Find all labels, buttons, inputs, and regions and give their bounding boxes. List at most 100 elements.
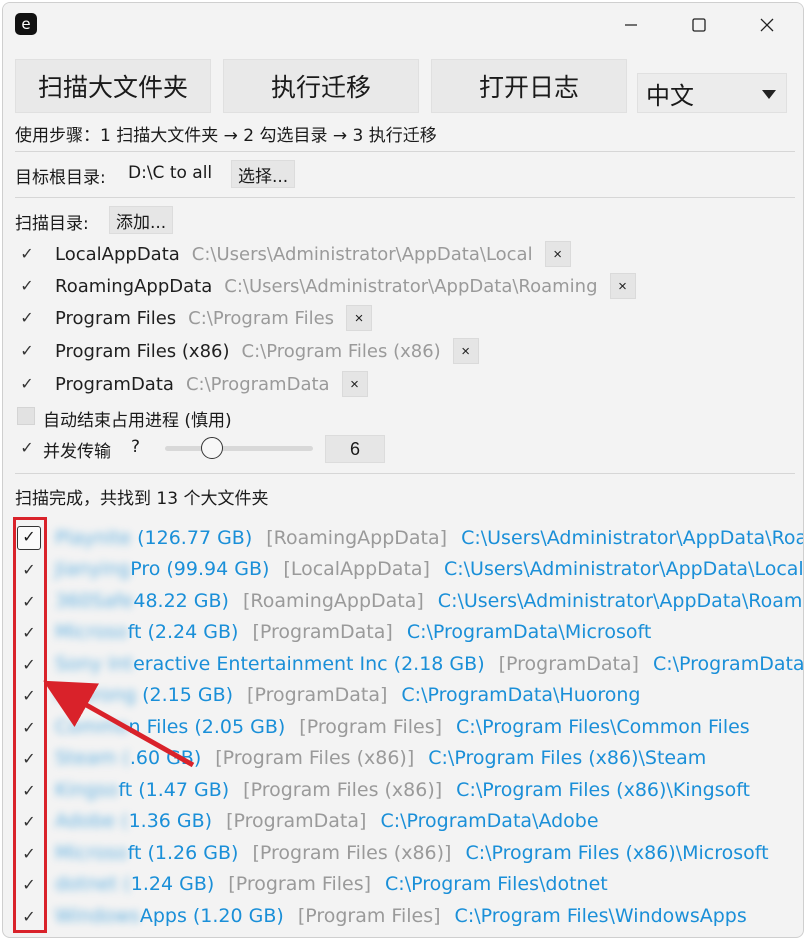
auto-kill-checkbox[interactable] xyxy=(17,407,35,425)
blurred-name: Microso xyxy=(55,621,128,643)
result-name: Pro (99.94 GB) xyxy=(130,558,270,580)
open-log-button[interactable]: 打开日志 xyxy=(431,59,627,113)
result-category: [Program Files] xyxy=(297,905,441,927)
result-category: [ProgramData] xyxy=(498,653,639,675)
chevron-down-icon xyxy=(762,90,776,99)
remove-dir-button[interactable]: × xyxy=(341,371,368,397)
scan-dir-path: C:\Program Files (x86) xyxy=(241,340,441,362)
help-icon[interactable]: ? xyxy=(131,437,140,457)
scan-dir-row: ✓ RoamingAppData C:\Users\Administrator\… xyxy=(15,271,636,301)
concurrent-checkbox[interactable]: ✓ xyxy=(17,438,37,458)
result-path[interactable]: C:\Program Files (x86)\Kingsoft xyxy=(456,779,750,801)
result-row[interactable]: ✓ WindowsApps (1.20 GB) [Program Files] C:… xyxy=(3,901,803,931)
blurred-name: Microso xyxy=(55,842,128,864)
remove-dir-button[interactable]: × xyxy=(346,305,373,331)
result-entry: WindowsApps (1.20 GB) [Program Files] C:\P… xyxy=(55,905,747,927)
result-path[interactable]: C:\Users\Administrator\AppData\Roaming\ xyxy=(438,590,803,612)
scan-dir-path: C:\ProgramData xyxy=(185,373,330,395)
result-path[interactable]: C:\Program Files (x86)\Steam xyxy=(428,747,706,769)
maximize-button[interactable] xyxy=(671,3,727,47)
scan-dir-checkbox[interactable]: ✓ xyxy=(17,341,37,361)
blurred-name: Playnite xyxy=(55,527,132,549)
result-row[interactable]: ✓ dotnet (1.24 GB) [Program Files] C:\Prog… xyxy=(3,869,803,899)
result-path[interactable]: C:\Program Files\dotnet xyxy=(385,873,608,895)
result-path[interactable]: C:\Program Files (x86)\Microsoft xyxy=(465,842,768,864)
result-row[interactable]: ✓ Adobe (1.36 GB) [ProgramData] C:\Program… xyxy=(3,806,803,836)
blurred-name: 360Safe xyxy=(55,590,134,612)
result-category: [Program Files] xyxy=(299,716,443,738)
concurrent-slider[interactable] xyxy=(165,446,313,451)
target-dir-value: D:\C to all xyxy=(128,163,213,183)
scan-dir-checkbox[interactable]: ✓ xyxy=(17,308,37,328)
result-row[interactable]: ✓ Microsoft (2.24 GB) [ProgramData] C:\Pro… xyxy=(3,617,803,647)
result-row[interactable]: ✓ JianyingPro (99.94 GB) [LocalAppData] C:… xyxy=(3,554,803,584)
result-name: 48.22 GB) xyxy=(133,590,229,612)
result-name: eractive Entertainment Inc (2.18 GB) xyxy=(133,653,485,675)
result-entry: Microsoft (1.26 GB) [Program Files (x86)]… xyxy=(55,842,769,864)
concurrent-value[interactable]: 6 xyxy=(325,435,385,463)
scan-dir-row: ✓ Program Files C:\Program Files × xyxy=(15,303,373,333)
minimize-button[interactable] xyxy=(603,3,659,47)
scan-dir-row: ✓ ProgramData C:\ProgramData × xyxy=(15,369,368,399)
divider xyxy=(15,197,795,198)
scan-dir-path: C:\Users\Administrator\AppData\Roaming xyxy=(224,275,598,297)
result-entry: Kingsoft (1.47 GB) [Program Files (x86)] C… xyxy=(55,779,750,801)
scan-dir-path: C:\Users\Administrator\AppData\Local xyxy=(191,243,533,265)
scan-dirs-label: 扫描目录: xyxy=(15,214,89,234)
result-name: 1.24 GB) xyxy=(130,873,215,895)
remove-dir-button[interactable]: × xyxy=(609,273,636,299)
result-category: [Program Files (x86)] xyxy=(252,842,452,864)
maximize-icon xyxy=(692,18,706,32)
result-path[interactable]: C:\Users\Administrator\AppData\Roaming xyxy=(461,527,803,549)
result-name: ft (1.26 GB) xyxy=(127,842,239,864)
scan-dir-name: Program Files xyxy=(55,307,177,329)
result-entry: JianyingPro (99.94 GB) [LocalAppData] C:\U… xyxy=(55,558,803,580)
scan-button[interactable]: 扫描大文件夹 xyxy=(15,59,211,113)
scan-dir-checkbox[interactable]: ✓ xyxy=(17,276,37,296)
result-name: (126.77 GB) xyxy=(131,527,253,549)
scan-dir-name: ProgramData xyxy=(55,373,174,395)
divider xyxy=(15,473,795,474)
result-path[interactable]: C:\ProgramData\Huorong xyxy=(401,684,640,706)
result-path[interactable]: C:\ProgramData\Adobe xyxy=(380,810,598,832)
annotation-arrow-icon xyxy=(43,680,195,768)
close-icon xyxy=(760,18,774,32)
add-scan-dir-button[interactable]: 添加... xyxy=(109,206,174,234)
remove-dir-button[interactable]: × xyxy=(544,241,571,267)
scan-dir-checkbox[interactable]: ✓ xyxy=(17,244,37,264)
result-row[interactable]: Playnite (126.77 GB) [RoamingAppData] C:\U… xyxy=(3,523,803,553)
scan-dir-checkbox[interactable]: ✓ xyxy=(17,374,37,394)
result-category: [LocalAppData] xyxy=(283,558,430,580)
result-category: [Program Files (x86)] xyxy=(243,779,443,801)
result-path[interactable]: C:\Users\Administrator\AppData\Local\Jia… xyxy=(444,558,803,580)
target-dir-label: 目标根目录: xyxy=(15,168,106,188)
remove-dir-button[interactable]: × xyxy=(452,338,479,364)
blurred-name: Windows xyxy=(55,905,140,927)
result-row[interactable]: ✓ Kingsoft (1.47 GB) [Program Files (x86)… xyxy=(3,775,803,805)
migrate-button[interactable]: 执行迁移 xyxy=(223,59,419,113)
scan-dir-path: C:\Program Files xyxy=(188,307,335,329)
scan-dir-row: ✓ LocalAppData C:\Users\Administrator\Ap… xyxy=(15,239,571,269)
result-path[interactable]: C:\ProgramData\Sony xyxy=(653,653,803,675)
result-entry: 360Safe48.22 GB) [RoamingAppData] C:\Users… xyxy=(55,590,803,612)
language-select[interactable]: 中文 xyxy=(637,73,787,113)
result-row[interactable]: ✓ 360Safe48.22 GB) [RoamingAppData] C:\Use… xyxy=(3,586,803,616)
blurred-name: Adobe ( xyxy=(55,810,129,832)
result-path[interactable]: C:\Program Files\WindowsApps xyxy=(455,905,747,927)
result-path[interactable]: C:\Program Files\Common Files xyxy=(456,716,750,738)
result-path[interactable]: C:\ProgramData\Microsoft xyxy=(407,621,651,643)
result-category: [ProgramData] xyxy=(247,684,388,706)
scan-dir-name: Program Files (x86) xyxy=(55,340,230,362)
divider xyxy=(15,151,795,152)
close-button[interactable] xyxy=(739,3,795,47)
result-category: [RoamingAppData] xyxy=(242,590,424,612)
result-entry: Microsoft (2.24 GB) [ProgramData] C:\Progr… xyxy=(55,621,651,643)
result-name: 1.36 GB) xyxy=(128,810,213,832)
title-bar: e xyxy=(3,3,803,47)
blurred-name: Sony Int xyxy=(55,653,134,675)
result-row[interactable]: ✓ Microsoft (1.26 GB) [Program Files (x86… xyxy=(3,838,803,868)
choose-target-button[interactable]: 选择... xyxy=(231,160,296,188)
slider-thumb[interactable] xyxy=(201,437,223,459)
app-window: e 扫描大文件夹 执行迁移 打开日志 中文 使用步骤：1 扫描大文件夹 → 2 … xyxy=(2,2,804,938)
scan-dir-row: ✓ Program Files (x86) C:\Program Files (… xyxy=(15,336,479,366)
